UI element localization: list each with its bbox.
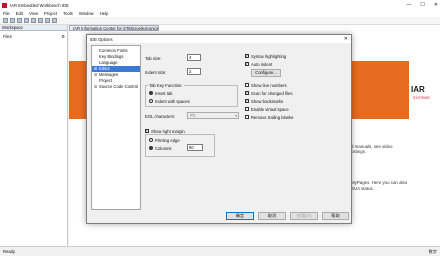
copy-icon[interactable] — [45, 18, 50, 23]
menu-tools[interactable]: Tools — [63, 11, 73, 16]
remove-trailing-blanks-label: Remove trailing blanks — [251, 115, 294, 120]
print-icon[interactable] — [31, 18, 36, 23]
info-text-2: MyPages. Here you can also — [351, 180, 408, 185]
syntax-highlighting-label: Syntax highlighting — [251, 54, 287, 59]
document-tab[interactable]: IAR Information Center for STMicroelectr… — [69, 25, 159, 31]
menu-file[interactable]: File — [3, 11, 10, 16]
window-controls: — ☐ ✕ — [406, 2, 438, 8]
paste-icon[interactable] — [52, 18, 57, 23]
indent-spaces-label: Indent with spaces — [155, 99, 190, 104]
status-numlock: 数字 — [428, 248, 437, 254]
show-bookmarks-checkbox[interactable]: ✓ — [245, 99, 249, 103]
menu-project[interactable]: Project — [44, 11, 57, 16]
scan-changed-files-label: Scan for changed files — [251, 91, 293, 96]
menu-view[interactable]: View — [29, 11, 38, 16]
status-bar: Ready 数字 — [0, 246, 440, 256]
dialog-title: IDE Options — [90, 36, 113, 42]
auto-indent-label: Auto indent — [251, 62, 273, 67]
iar-logo: IAR — [411, 85, 425, 94]
chevron-down-icon: ▾ — [234, 113, 237, 118]
indent-size-label: Indent size: — [145, 70, 167, 75]
new-file-icon[interactable] — [3, 18, 8, 23]
close-icon[interactable]: ✕ — [434, 2, 438, 8]
status-text: Ready — [3, 249, 16, 254]
cut-icon[interactable] — [38, 18, 43, 23]
tab-size-input[interactable]: 4 — [187, 54, 201, 61]
files-label: Files — [3, 34, 12, 39]
eol-select[interactable]: PC ▾ — [187, 112, 239, 119]
tab-size-label: Tab size: — [145, 56, 162, 61]
columns-label: Columns — [155, 146, 172, 151]
printing-edge-label: Printing edge — [155, 138, 180, 143]
menu-edit[interactable]: Edit — [16, 11, 23, 16]
printing-edge-radio[interactable] — [149, 138, 153, 142]
options-tree: Common Fonts Key Bindings Language ⊞ Edi… — [91, 45, 141, 210]
show-line-numbers-checkbox[interactable] — [245, 83, 249, 87]
files-row: Files ⚙ — [0, 31, 67, 39]
apply-button[interactable]: 应用(A) — [290, 212, 318, 220]
minimize-icon[interactable]: — — [406, 2, 411, 8]
iar-app-icon — [2, 2, 7, 8]
dialog-close-icon[interactable]: ✕ — [344, 36, 348, 42]
columns-input[interactable]: 80 — [187, 144, 203, 151]
help-button[interactable]: 帮助 — [322, 212, 349, 220]
cancel-button[interactable]: 取消 — [258, 212, 286, 220]
columns-radio[interactable] — [149, 146, 153, 150]
info-text-2b: SUA status. — [351, 186, 374, 191]
status-right: 数字 — [429, 249, 437, 255]
remove-trailing-blanks-checkbox[interactable] — [245, 115, 249, 119]
dialog-titlebar: IDE Options — [87, 35, 351, 43]
scan-changed-files-checkbox[interactable]: ✓ — [245, 91, 249, 95]
insert-tab-radio[interactable] — [149, 91, 153, 95]
main-toolbar — [0, 17, 440, 25]
menu-window[interactable]: Window — [79, 11, 94, 16]
tab-key-function-title: Tab Key Function: — [148, 83, 184, 88]
workspace-pane: Workspace Files ⚙ — [0, 25, 68, 246]
info-text-1b: ostings. — [351, 149, 367, 154]
tree-item-source-code-control[interactable]: ⊞ Source Code Control — [92, 84, 140, 90]
eol-label: EOL characters: — [145, 114, 176, 119]
app-title: IAR Embedded Workbench IDE — [10, 2, 69, 8]
enable-virtual-space-checkbox[interactable] — [245, 107, 249, 111]
ok-button[interactable]: 确定 — [226, 212, 254, 220]
open-file-icon[interactable] — [10, 18, 15, 23]
insert-tab-label: Insert tab — [155, 91, 173, 96]
enable-virtual-space-label: Enable virtual space — [251, 107, 289, 112]
indent-size-input[interactable]: 2 — [187, 68, 201, 75]
show-bookmarks-label: Show bookmarks — [251, 99, 284, 104]
save-icon[interactable] — [17, 18, 22, 23]
gear-icon[interactable]: ⚙ — [61, 34, 65, 39]
menu-bar: File Edit View Project Tools Window Help — [0, 10, 440, 17]
save-all-icon[interactable] — [24, 18, 29, 23]
auto-indent-checkbox[interactable]: ✓ — [245, 62, 249, 66]
configure-button[interactable]: Configure... — [251, 69, 281, 77]
iar-logo-sub: SYSTEMS — [413, 96, 430, 100]
show-right-margin-checkbox[interactable]: ✓ — [145, 129, 149, 133]
show-line-numbers-label: Show line numbers — [251, 83, 287, 88]
ide-options-dialog: IDE Options ✕ Common Fonts Key Bindings … — [86, 34, 352, 224]
syntax-highlighting-checkbox[interactable]: ✓ — [245, 54, 249, 58]
indent-spaces-radio[interactable] — [149, 99, 153, 103]
menu-help[interactable]: Help — [100, 11, 109, 16]
app-titlebar: IAR Embedded Workbench IDE — ☐ ✕ — [0, 0, 440, 10]
maximize-icon[interactable]: ☐ — [420, 2, 424, 8]
expand-icon[interactable]: ⊞ — [94, 84, 97, 90]
